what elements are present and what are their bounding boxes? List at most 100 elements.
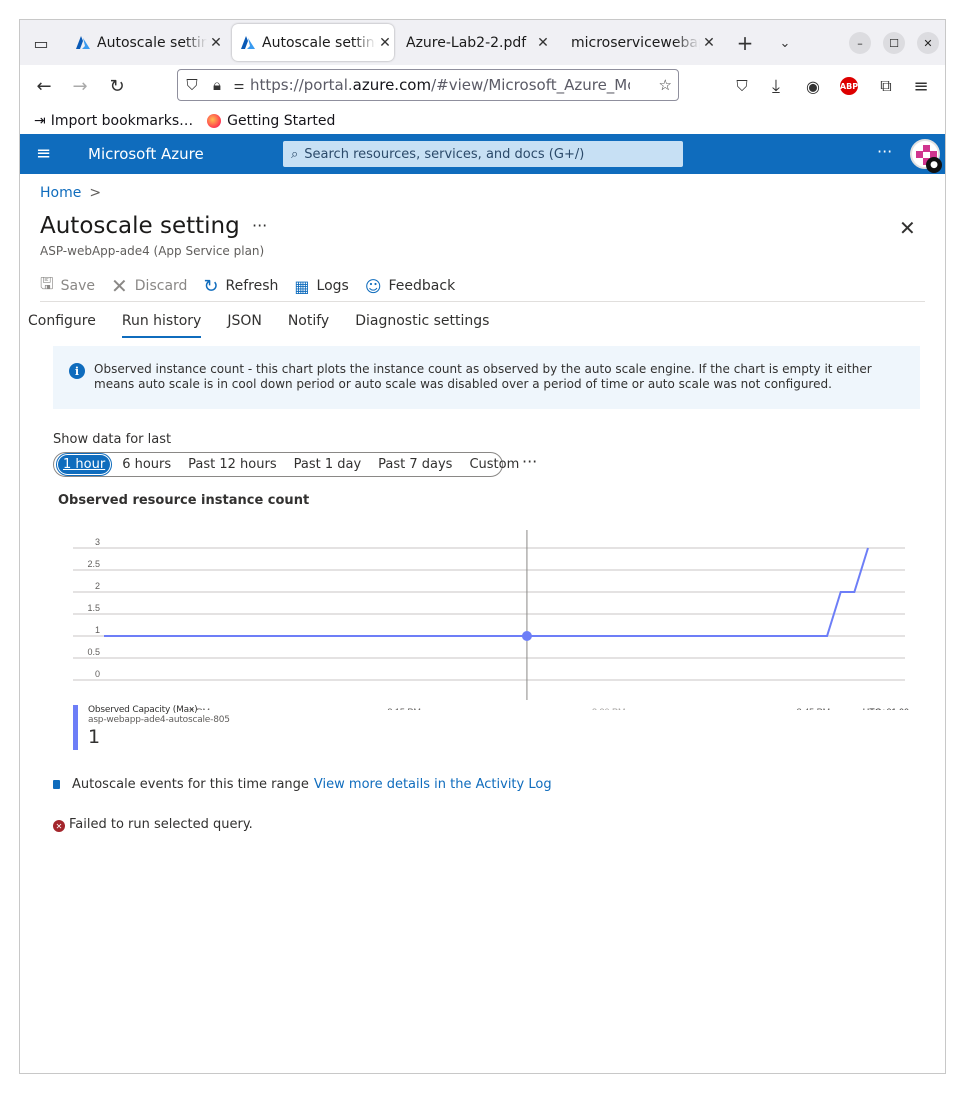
browser-tab-active[interactable]: Autoscale setting ✕: [232, 24, 394, 61]
info-icon: i: [69, 363, 85, 379]
close-icon[interactable]: ✕: [899, 216, 916, 240]
tab-diagnostic-settings[interactable]: Diagnostic settings: [355, 313, 489, 338]
show-data-label: Show data for last: [53, 432, 172, 447]
bookmark-label: Getting Started: [227, 112, 336, 129]
tab-title: Autoscale setting: [262, 34, 376, 51]
page-subtitle: ASP-webApp-ade4 (App Service plan): [40, 244, 265, 258]
import-icon: ⇥: [34, 112, 46, 129]
bookmark-import[interactable]: ⇥ Import bookmarks…: [34, 113, 193, 129]
adblock-icon[interactable]: ABP: [836, 73, 862, 99]
hamburger-menu-icon[interactable]: ≡: [36, 143, 51, 164]
refresh-button[interactable]: ↻ Refresh: [203, 276, 278, 297]
reload-icon[interactable]: ↻: [104, 73, 130, 99]
breadcrumb-home[interactable]: Home: [40, 185, 81, 201]
tab-run-history[interactable]: Run history: [121, 313, 202, 338]
range-1-hour[interactable]: 1 hour: [55, 453, 113, 476]
tab-json[interactable]: JSON: [227, 313, 262, 338]
instance-count-chart: 00.511.522.538 PM8:15 PM8:30 PM8:45 PMUT…: [73, 530, 909, 710]
feedback-button[interactable]: ☺ Feedback: [365, 277, 455, 296]
permissions-icon[interactable]: ⚌: [228, 78, 250, 92]
back-icon[interactable]: ←: [31, 73, 57, 99]
bookmark-star-icon[interactable]: ☆: [659, 76, 672, 94]
range-7-days[interactable]: Past 7 days: [373, 455, 457, 474]
range-1-day[interactable]: Past 1 day: [289, 455, 367, 474]
y-tick-label: 0: [95, 669, 100, 679]
y-tick-label: 1.5: [87, 603, 100, 613]
global-search-input[interactable]: ⌕ Search resources, services, and docs (…: [283, 141, 683, 167]
bookmark-getting-started[interactable]: Getting Started: [207, 113, 335, 129]
minimize-icon[interactable]: –: [849, 32, 871, 54]
y-tick-label: 3: [95, 537, 100, 547]
close-icon[interactable]: ✕: [376, 35, 394, 51]
tab-list-icon[interactable]: ▭: [28, 30, 54, 56]
tab-strip: ▭ Autoscale setting ✕ Autoscale setting …: [20, 20, 945, 65]
info-text: Observed instance count - this chart plo…: [94, 362, 872, 391]
refresh-icon: ↻: [203, 275, 219, 297]
bookmark-label: Import bookmarks…: [50, 112, 194, 129]
pocket-icon[interactable]: ⛉: [729, 73, 755, 99]
save-button[interactable]: 🖫︎ Save: [40, 273, 95, 300]
error-text: Failed to run selected query.: [69, 817, 253, 832]
new-tab-icon[interactable]: +: [732, 30, 758, 56]
more-icon[interactable]: ···: [877, 142, 892, 161]
page-title: Autoscale setting: [40, 213, 240, 239]
info-banner: i Observed instance count - this chart p…: [53, 346, 920, 409]
x-tick-label: 8:45 PM: [797, 707, 831, 710]
chart-legend: Observed Capacity (Max) asp-webapp-ade4-…: [73, 705, 230, 750]
logs-button[interactable]: ▦ Logs: [294, 277, 348, 296]
close-icon[interactable]: ✕: [700, 35, 718, 51]
search-icon: ⌕: [291, 146, 299, 162]
discard-label: Discard: [134, 278, 188, 294]
browser-tab[interactable]: Azure-Lab2-2.pdf ✕: [398, 24, 552, 61]
logs-label: Logs: [316, 278, 349, 294]
url-bar[interactable]: ⛉ 🔒︎ ⚌ https://portal.azure.com/#view/Mi…: [177, 69, 679, 101]
range-12-hours[interactable]: Past 12 hours: [183, 455, 281, 474]
refresh-label: Refresh: [225, 278, 279, 294]
forward-icon[interactable]: →: [67, 73, 93, 99]
close-icon[interactable]: ✕: [534, 35, 552, 51]
cursor-point: [521, 631, 532, 641]
search-placeholder: Search resources, services, and docs (G+…: [304, 146, 585, 162]
tab-title: Azure-Lab2-2.pdf: [406, 34, 527, 51]
firefox-icon: [207, 113, 222, 128]
legend-series-name: Observed Capacity (Max): [88, 705, 198, 715]
close-icon[interactable]: ✕: [207, 35, 225, 51]
download-icon[interactable]: ⤓: [763, 73, 789, 99]
y-tick-label: 2: [95, 581, 100, 591]
activity-log-link[interactable]: View more details in the Activity Log: [314, 777, 552, 792]
more-icon[interactable]: ···: [522, 452, 537, 471]
more-icon[interactable]: ···: [252, 216, 267, 235]
browser-window: ▭ Autoscale setting ✕ Autoscale setting …: [19, 19, 946, 1074]
error-icon: ✕: [53, 820, 65, 832]
url-text[interactable]: https://portal.azure.com/#view/Microsoft…: [250, 76, 630, 94]
tab-notify[interactable]: Notify: [288, 313, 329, 338]
y-tick-label: 2.5: [87, 559, 100, 569]
legend-resource-name: asp-webapp-ade4-autoscale-805: [88, 715, 230, 725]
chevron-down-icon[interactable]: ⌄: [772, 30, 798, 56]
azure-logo-icon: [76, 35, 90, 49]
range-custom[interactable]: Custom: [464, 455, 524, 474]
save-label: Save: [60, 278, 96, 294]
y-tick-label: 1: [95, 625, 100, 635]
account-icon[interactable]: ◉: [800, 73, 826, 99]
events-text: Autoscale events for this time range: [72, 777, 309, 792]
azure-brand[interactable]: Microsoft Azure: [88, 145, 204, 163]
browser-tab[interactable]: microservicewebapp ✕: [563, 24, 718, 61]
tab-title: Autoscale setting: [97, 34, 207, 51]
azure-header: ≡ Microsoft Azure ⌕ Search resources, se…: [20, 134, 945, 174]
feedback-icon: ☺: [364, 276, 382, 296]
maximize-icon[interactable]: ☐: [883, 32, 905, 54]
menu-icon[interactable]: ≡: [908, 73, 934, 99]
window-close-icon[interactable]: ✕: [917, 32, 939, 54]
discard-button[interactable]: ✕ Discard: [111, 274, 187, 298]
logs-icon: ▦: [294, 276, 310, 296]
browser-tab[interactable]: Autoscale setting ✕: [67, 24, 225, 61]
range-6-hours[interactable]: 6 hours: [117, 455, 176, 474]
event-icon: [53, 780, 60, 789]
extensions-icon[interactable]: ⧉: [873, 73, 899, 99]
tab-configure[interactable]: Configure: [28, 313, 96, 338]
discard-icon: ✕: [111, 274, 128, 298]
shield-icon[interactable]: ⛉: [178, 76, 206, 94]
save-icon: 🖫︎: [40, 273, 54, 293]
lock-icon[interactable]: 🔒︎: [206, 76, 228, 94]
